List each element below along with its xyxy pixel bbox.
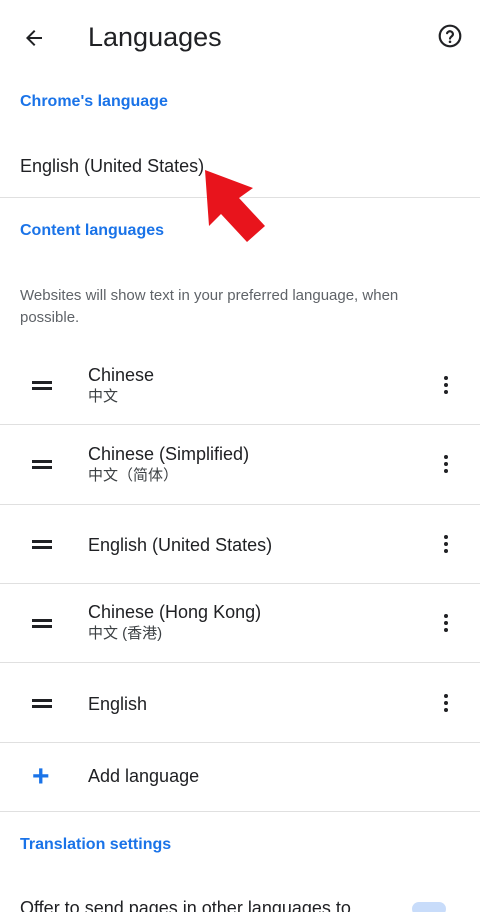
page-title: Languages — [88, 22, 222, 52]
chrome-language-header: Chrome's language — [20, 93, 168, 110]
language-row-english-us[interactable]: English (United States) — [0, 505, 480, 584]
add-language-label: Add language — [88, 766, 200, 786]
languages-screen: Languages Chrome's language English (Uni… — [0, 0, 480, 912]
language-name: Chinese — [88, 365, 155, 385]
offer-translate-toggle[interactable] — [412, 902, 446, 912]
language-name: Chinese (Hong Kong) — [88, 602, 262, 622]
content-languages-header: Content languages — [20, 222, 165, 239]
toolbar: Languages — [0, 0, 480, 74]
language-row-chinese[interactable]: Chinese 中文 — [0, 343, 480, 425]
language-text: Chinese (Simplified) 中文（简体） — [88, 442, 249, 486]
language-name: Chinese (Simplified) — [88, 444, 250, 464]
divider — [0, 811, 480, 812]
drag-handle-icon[interactable] — [24, 367, 60, 403]
language-text: English (United States) — [88, 533, 272, 557]
language-text: Chinese 中文 — [88, 363, 154, 407]
arrow-back-icon — [26, 30, 42, 46]
language-row-chinese-hong-kong[interactable]: Chinese (Hong Kong) 中文 (香港) — [0, 584, 480, 663]
more-vert-icon[interactable] — [428, 605, 464, 641]
language-native-name: 中文（简体） — [88, 467, 179, 484]
translation-settings-header: Translation settings — [20, 836, 172, 853]
drag-handle-icon[interactable] — [24, 605, 60, 641]
help-icon — [438, 24, 462, 48]
more-vert-icon[interactable] — [428, 367, 464, 403]
language-text: Chinese (Hong Kong) 中文 (香港) — [88, 600, 261, 644]
help-button[interactable] — [428, 14, 472, 58]
more-vert-icon[interactable] — [428, 685, 464, 721]
content-languages-description: Websites will show text in your preferre… — [20, 287, 399, 326]
more-vert-icon[interactable] — [428, 526, 464, 562]
drag-handle-icon[interactable] — [24, 526, 60, 562]
language-row-chinese-simplified[interactable]: Chinese (Simplified) 中文（简体） — [0, 425, 480, 504]
language-row-english[interactable]: English — [0, 663, 480, 743]
offer-translate-text[interactable]: Offer to send pages in other languages t… — [20, 898, 351, 912]
back-button[interactable] — [12, 16, 56, 60]
language-name: English (United States) — [88, 535, 273, 555]
drag-handle-icon[interactable] — [24, 446, 60, 482]
drag-handle-icon[interactable] — [24, 685, 60, 721]
more-vert-icon[interactable] — [428, 446, 464, 482]
chrome-language-value[interactable]: English (United States) — [20, 156, 204, 177]
language-native-name: 中文 (香港) — [88, 625, 163, 642]
add-language-button[interactable]: + Add language — [0, 748, 480, 810]
divider — [0, 742, 480, 743]
language-text: English — [88, 692, 147, 716]
language-name: English — [88, 694, 148, 714]
language-native-name: 中文 — [88, 388, 119, 405]
red-arrow-icon — [205, 170, 265, 242]
add-icon: + — [32, 760, 50, 793]
